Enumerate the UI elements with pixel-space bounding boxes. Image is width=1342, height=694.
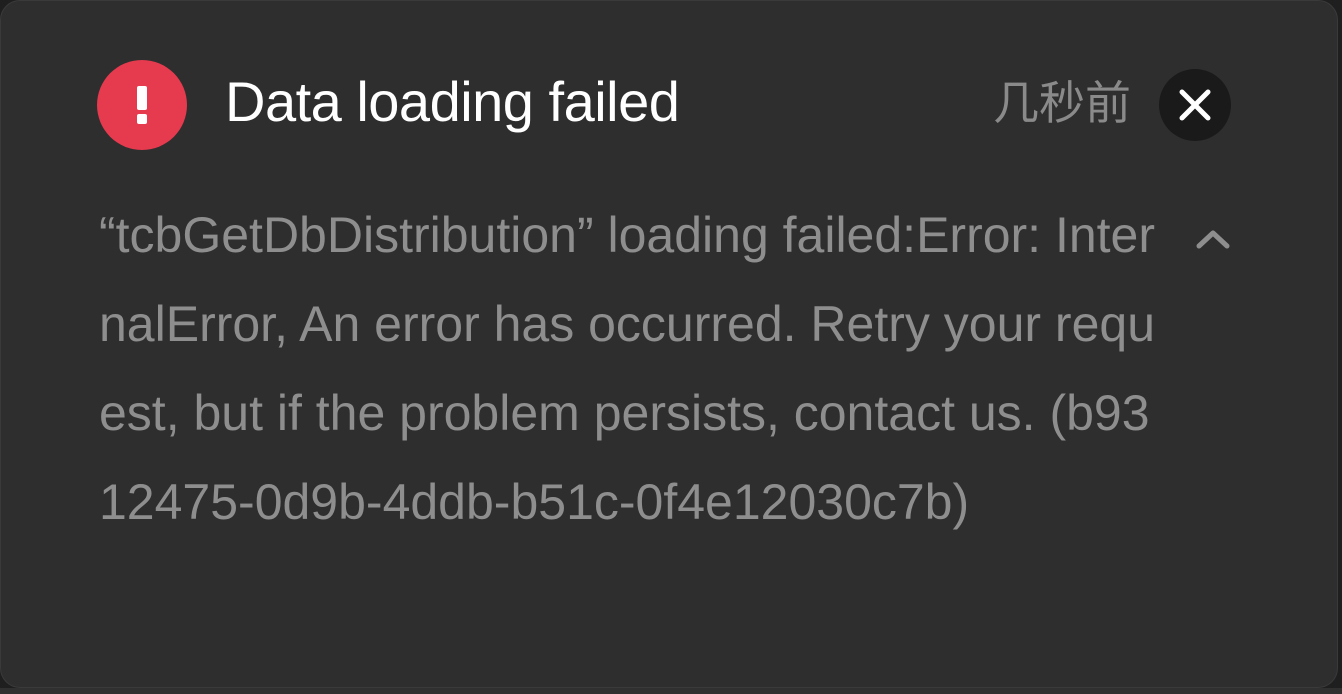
underlying-page-edge — [0, 688, 1342, 694]
chevron-up-icon — [1196, 230, 1230, 249]
notification-title: Data loading failed — [225, 70, 680, 133]
notification-timestamp: 几秒前 — [993, 76, 1131, 130]
error-notification: Data loading failed 几秒前 “tcbGetDbDistrib… — [0, 0, 1338, 688]
collapse-button[interactable] — [1187, 215, 1239, 263]
exclamation-circle-icon — [97, 60, 187, 150]
notification-message: “tcbGetDbDistribution” loading failed:Er… — [99, 207, 1156, 530]
close-button[interactable] — [1159, 69, 1231, 141]
close-x-icon — [1179, 89, 1211, 121]
exclamation-glyph — [137, 86, 147, 124]
